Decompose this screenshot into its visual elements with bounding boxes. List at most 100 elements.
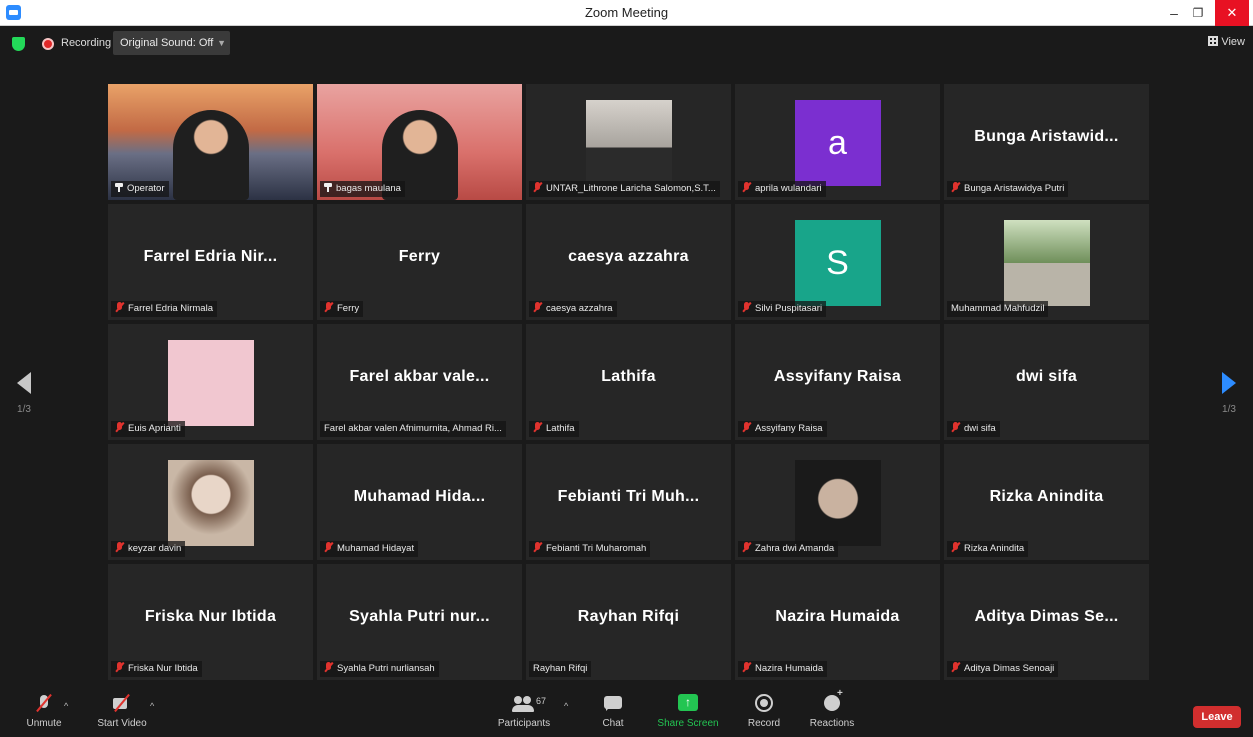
avatar: S [794,220,881,306]
record-icon [744,694,784,714]
participant-name-text: caesya azzahra [546,303,613,314]
participant-tile[interactable]: Rizka Anindita Rizka Anindita [944,444,1149,560]
arrow-left-icon[interactable] [17,372,31,394]
original-sound-button[interactable]: Original Sound: Off ▼ [113,31,230,55]
participant-tile[interactable]: Lathifa Lathifa [526,324,731,440]
chevron-down-icon[interactable]: ▼ [217,31,226,55]
participant-display-name: Nazira Humaida [775,608,900,625]
chevron-up-icon[interactable]: ^ [564,701,568,711]
participant-tile[interactable]: caesya azzahra caesya azzahra [526,204,731,320]
participant-tile[interactable]: Aditya Dimas Se... Aditya Dimas Senoaji [944,564,1149,680]
participant-tile[interactable]: bagas maulana [317,84,522,200]
pin-icon [115,182,123,192]
participant-display-name: Muhamad Hida... [353,488,486,505]
next-page-nav[interactable]: 1/3 [1209,372,1249,415]
chevron-up-icon[interactable]: ^ [150,701,154,711]
participants-button[interactable]: 67 Participants ^ [494,694,568,729]
record-button[interactable]: Record [744,694,784,729]
participant-name-label: Muhammad Mahfudzil [947,301,1049,317]
maximize-button[interactable]: ❐ [1183,0,1213,26]
participant-name-text: Nazira Humaida [755,663,824,674]
participant-tile[interactable]: S Silvi Puspitasari [735,204,940,320]
microphone-muted-icon [951,662,960,672]
view-button[interactable]: View [1208,36,1245,48]
participant-display-name: Ferry [398,248,441,265]
participant-name-label: Muhamad Hidayat [320,541,419,557]
microphone-muted-icon [115,662,124,672]
start-video-button[interactable]: Start Video ^ [92,694,154,729]
participant-tile[interactable]: UNTAR_Lithrone Laricha Salomon,S.T... [526,84,731,200]
participant-name-label: Farel akbar valen Afnimurnita, Ahmad Ri.… [320,421,506,437]
profile-photo [167,460,254,546]
participant-display-name: Rayhan Rifqi [577,608,680,625]
leave-button[interactable]: Leave [1193,706,1241,728]
participant-name-text: Lathifa [546,423,575,434]
participant-name-label: Rayhan Rifqi [529,661,592,677]
participant-name-text: Bunga Aristawidya Putri [964,183,1065,194]
participant-name-label: Operator [111,181,169,197]
profile-photo [1003,220,1090,306]
participant-tile[interactable]: Nazira Humaida Nazira Humaida [735,564,940,680]
participant-name-label: Friska Nur Ibtida [111,661,202,677]
participant-name-label: Nazira Humaida [738,661,828,677]
microphone-muted-icon [533,542,542,552]
participant-tile[interactable]: Farel akbar vale... Farel akbar valen Afn… [317,324,522,440]
microphone-muted-icon [742,542,751,552]
participant-tile[interactable]: Febianti Tri Muh... Febianti Tri Muharoma… [526,444,731,560]
participant-name-text: Farrel Edria Nirmala [128,303,213,314]
previous-page-nav[interactable]: 1/3 [4,372,44,415]
participant-name-label: Lathifa [529,421,579,437]
arrow-right-icon[interactable] [1222,372,1236,394]
participant-tile[interactable]: dwi sifa dwi sifa [944,324,1149,440]
participant-display-name: Rizka Anindita [989,488,1104,505]
participant-tile[interactable]: Assyifany Raisa Assyifany Raisa [735,324,940,440]
participant-tile[interactable]: Rayhan Rifqi Rayhan Rifqi [526,564,731,680]
grid-view-icon [1208,36,1219,46]
microphone-muted-icon [324,662,333,672]
share-screen-label: Share Screen [657,718,719,729]
reactions-button[interactable]: Reactions [806,688,858,729]
participant-display-name: Farel akbar vale... [349,368,490,385]
unmute-button[interactable]: Unmute ^ [20,694,68,729]
close-button[interactable]: ✕ [1215,0,1249,26]
participant-display-name: dwi sifa [1015,368,1078,385]
gallery-grid: Operator bagas maulana UNTAR_Lithrone Lari… [108,84,1152,683]
microphone-muted-icon [324,542,333,552]
participant-name-label: caesya azzahra [529,301,617,317]
recording-label: Recording [61,37,112,49]
participant-name-label: Aditya Dimas Senoaji [947,661,1059,677]
participant-tile[interactable]: Euis Aprianti [108,324,313,440]
participant-tile[interactable]: Muhammad Mahfudzil [944,204,1149,320]
microphone-muted-icon [742,422,751,432]
participants-icon: 67 [494,694,554,714]
participant-name-label: Farrel Edria Nirmala [111,301,217,317]
page-indicator-left: 1/3 [17,404,31,415]
chat-icon [596,694,630,714]
participant-name-label: Febianti Tri Muharomah [529,541,651,557]
participant-name-text: Syahla Putri nurliansah [337,663,435,674]
participant-tile[interactable]: Operator [108,84,313,200]
participant-tile[interactable]: a aprila wulandari [735,84,940,200]
microphone-muted-icon [951,542,960,552]
security-shield-icon[interactable] [12,37,25,51]
participant-name-text: Silvi Puspitasari [755,303,823,314]
participant-name-text: UNTAR_Lithrone Laricha Salomon,S.T... [546,183,716,194]
participant-tile[interactable]: keyzar davin [108,444,313,560]
participant-tile[interactable]: Bunga Aristawid... Bunga Aristawidya Putr… [944,84,1149,200]
participant-tile[interactable]: Syahla Putri nur... Syahla Putri nurlians… [317,564,522,680]
participant-tile[interactable]: Zahra dwi Amanda [735,444,940,560]
participant-name-label: UNTAR_Lithrone Laricha Salomon,S.T... [529,181,720,197]
participant-name-label: Bunga Aristawidya Putri [947,181,1069,197]
share-screen-button[interactable]: Share Screen [656,694,720,729]
chevron-up-icon[interactable]: ^ [64,701,68,711]
participant-tile[interactable]: Muhamad Hida... Muhamad Hidayat [317,444,522,560]
chat-button[interactable]: Chat [596,694,630,729]
profile-photo [167,340,254,426]
window-title: Zoom Meeting [584,5,669,20]
participant-name-text: Assyifany Raisa [755,423,823,434]
participant-tile[interactable]: Farrel Edria Nir... Farrel Edria Nirmala [108,204,313,320]
participant-name-text: keyzar davin [128,543,182,554]
participant-tile[interactable]: Ferry Ferry [317,204,522,320]
participant-tile[interactable]: Friska Nur Ibtida Friska Nur Ibtida [108,564,313,680]
participant-display-name: Farrel Edria Nir... [143,248,278,265]
